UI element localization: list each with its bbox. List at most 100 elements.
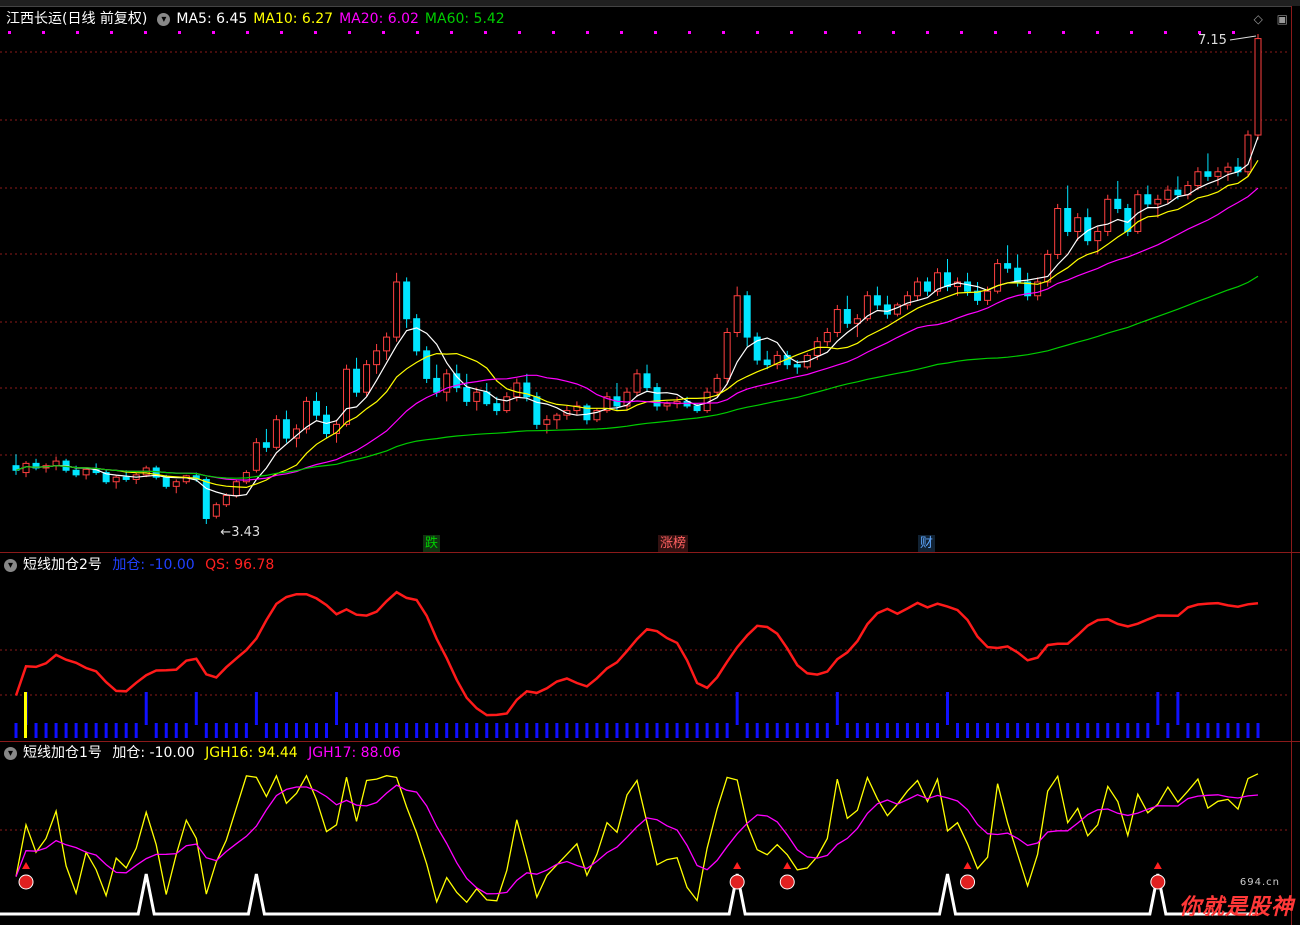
candle-body [1164, 189, 1172, 200]
jiacang-bar [1216, 723, 1220, 738]
ma5-line [15, 136, 1259, 497]
jiacang-bar [1226, 723, 1230, 738]
jiacang-bar [935, 723, 939, 738]
ma10-line [15, 159, 1259, 489]
high-arrow [1229, 35, 1257, 41]
jiacang-bar [1066, 723, 1070, 738]
watermark-logo: 694.cn 你就是股神 [1178, 877, 1294, 921]
candle-body [262, 442, 270, 448]
jiacang-bar [304, 723, 308, 738]
event-tag-drop[interactable]: 跌 [423, 535, 441, 552]
jiacang-bar [1236, 723, 1240, 738]
candle-body [633, 373, 641, 393]
event-tag-board[interactable]: 涨榜 [658, 535, 689, 552]
watermark-site: 694.cn [1239, 877, 1280, 888]
jiacang-bar [385, 723, 389, 738]
chart-canvas[interactable]: 7.15 ←3.43 [0, 0, 1300, 925]
jiacang-bar [1006, 723, 1010, 738]
jiacang-bar [665, 723, 669, 738]
candle-body [503, 396, 511, 412]
jiacang-bar [84, 723, 88, 738]
candle-body [1054, 208, 1062, 255]
candle-body [1214, 171, 1222, 177]
jiacang-bar [1036, 723, 1040, 738]
jiacang-bar [54, 723, 58, 738]
event-tag-finance[interactable]: 财 [918, 535, 936, 552]
jiacang-bar [605, 723, 609, 738]
buy-signal-icon [18, 874, 34, 890]
candle-body [1204, 171, 1212, 177]
signal-dot [926, 31, 929, 34]
jiacang-bar [976, 723, 980, 738]
jiacang-bar [705, 723, 709, 738]
jiacang-bar [855, 723, 859, 738]
jiacang-bar [314, 723, 318, 738]
candle-body [72, 469, 80, 476]
jiacang-bar [765, 723, 769, 738]
signal-dot [42, 31, 45, 34]
jiacang-bar [505, 723, 509, 738]
jiacang-bar [1256, 723, 1260, 738]
jiacang-bar [1206, 723, 1210, 738]
jiacang-bar [1126, 723, 1130, 738]
jiacang-bar [415, 723, 419, 738]
jiacang-bar [1086, 723, 1090, 738]
qs-line [14, 590, 1259, 717]
jiacang-bar [685, 723, 689, 738]
jiacang-bar [475, 723, 479, 738]
candle-body [122, 476, 130, 480]
jiacang-bar [1026, 723, 1030, 738]
candle-body [323, 414, 330, 435]
candle-body [393, 281, 401, 338]
candle-body [733, 295, 741, 334]
jiacang-bar [395, 723, 399, 738]
jiacang-bar [124, 723, 128, 738]
jiacang-bar [485, 723, 489, 738]
up-arrow-icon [733, 862, 742, 869]
signal-dot [178, 31, 181, 34]
signal-dot [246, 31, 249, 34]
candle-body [543, 419, 551, 425]
jiacang-bar [144, 692, 148, 725]
jiacang-bar [815, 723, 819, 738]
jiacang-bar [745, 723, 749, 738]
candle-body [1144, 194, 1152, 205]
jiacang-bar [184, 723, 188, 738]
buy-signal-icon [960, 874, 976, 890]
jiacang-bar [134, 723, 138, 738]
signal-dot [484, 31, 487, 34]
signal-dot [1062, 31, 1065, 34]
watermark-text: 你就是股神 [1178, 895, 1294, 920]
candle-body [923, 281, 931, 292]
jiacang-bar [956, 723, 960, 738]
jiacang-bar [575, 723, 579, 738]
jiacang-bar [825, 723, 829, 738]
jiacang-bar [154, 723, 158, 738]
jiacang-bar [795, 723, 799, 738]
jiacang-bar [194, 692, 198, 725]
jiacang-bar [905, 723, 909, 738]
jiacang-bar [224, 723, 228, 738]
candle-body [312, 400, 320, 416]
signal-dot [382, 31, 385, 34]
signal-dot [348, 31, 351, 34]
up-arrow-icon [963, 862, 972, 869]
jiacang-bar [695, 723, 699, 738]
candle-body [82, 468, 90, 476]
jiacang-bar [715, 723, 719, 738]
signal-dot [722, 31, 725, 34]
signal-dot [892, 31, 895, 34]
candle-body [403, 281, 411, 320]
candle-body [252, 442, 260, 471]
candle-body [232, 481, 240, 497]
up-arrow-icon [783, 862, 792, 869]
jiacang-bar [465, 723, 469, 738]
candle-body [222, 495, 230, 506]
jiacang-bar [214, 723, 218, 738]
jiacang-bar [64, 723, 68, 738]
jiacang-bar [294, 723, 298, 738]
candle-body [272, 419, 280, 448]
signal-dot [416, 31, 419, 34]
ma20-line [15, 187, 1259, 481]
candle-body [984, 290, 992, 301]
